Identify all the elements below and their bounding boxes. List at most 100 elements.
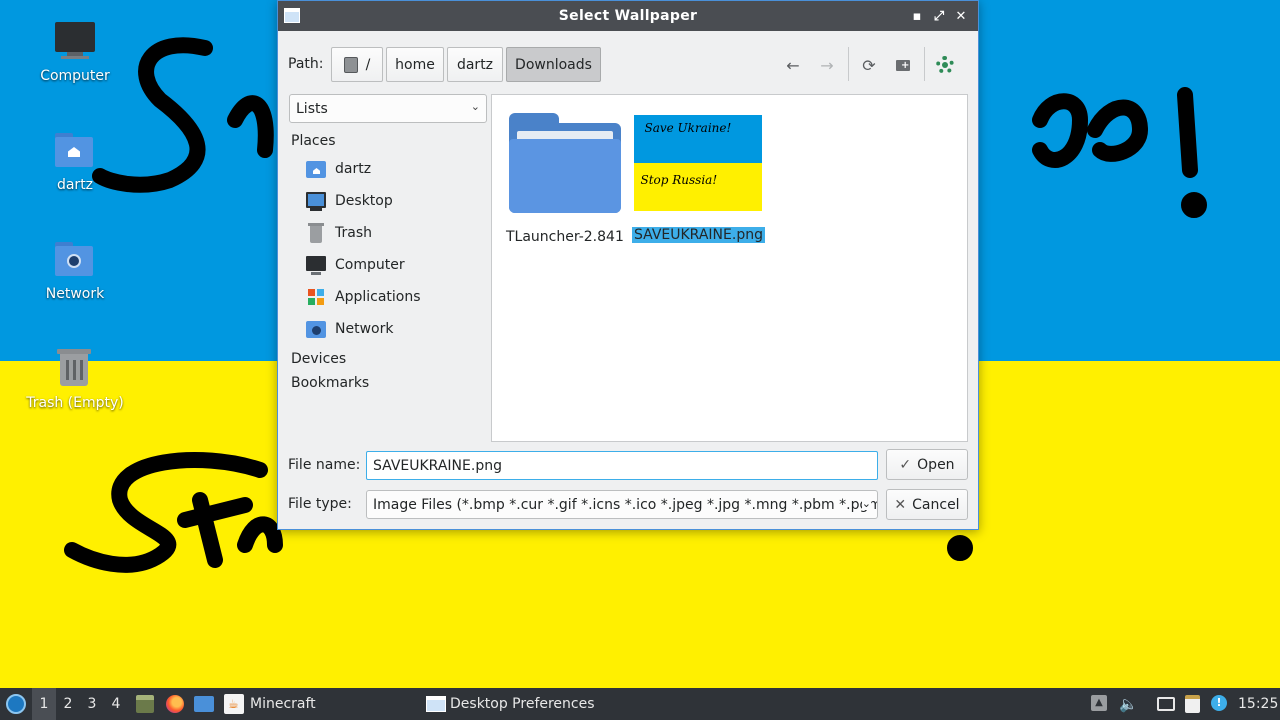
task-label: Desktop Preferences — [450, 696, 595, 712]
java-icon: ☕ — [224, 694, 244, 714]
desktop-icon-trash[interactable]: Trash (Empty) — [20, 347, 130, 411]
crumb-label: Downloads — [515, 56, 592, 73]
network-folder-icon — [53, 238, 97, 282]
crumb-home[interactable]: home — [386, 47, 444, 82]
file-view[interactable]: TLauncher-2.841 Save Ukraine! Stop Russi… — [491, 94, 968, 442]
applications-icon — [305, 286, 327, 308]
crumb-label: dartz — [456, 56, 494, 73]
start-menu-button[interactable] — [4, 688, 28, 720]
reload-icon: ⟳ — [862, 55, 876, 75]
crumb-label: / — [365, 56, 371, 73]
place-label: Applications — [335, 289, 421, 305]
new-folder-button[interactable]: + — [890, 52, 916, 78]
crumb-downloads[interactable]: Downloads — [506, 47, 601, 82]
filetype-value: Image Files (*.bmp *.cur *.gif *.icns *.… — [373, 496, 878, 513]
filetype-label: File type: — [288, 496, 352, 512]
minimize-button[interactable]: ▪ — [906, 5, 928, 27]
home-folder-icon — [305, 158, 327, 180]
open-button-label: Open — [917, 456, 955, 473]
reload-button[interactable]: ⟳ — [856, 52, 882, 78]
place-item-trash[interactable]: Trash — [289, 217, 489, 249]
place-label: Trash — [335, 225, 372, 241]
thumbnail-text-bottom: Stop Russia! — [640, 173, 718, 187]
lxqt-menu-icon — [6, 694, 26, 714]
options-button[interactable] — [932, 52, 958, 78]
update-notifier-icon[interactable]: ! — [1211, 695, 1229, 713]
path-label: Path: — [288, 56, 324, 72]
desktop-icon-label: Computer — [40, 68, 110, 84]
workspace-label: 2 — [63, 696, 73, 712]
options-icon — [936, 56, 954, 74]
filename-label: File name: — [288, 457, 361, 473]
folder-icon — [508, 111, 621, 215]
place-item-applications[interactable]: Applications — [289, 281, 489, 313]
workspace-label: 3 — [87, 696, 97, 712]
place-item-computer[interactable]: Computer — [289, 249, 489, 281]
file-item-folder[interactable]: TLauncher-2.841 — [504, 111, 626, 245]
chevron-down-icon: ⌄ — [470, 100, 480, 113]
file-name: TLauncher-2.841 — [506, 229, 624, 245]
tray-expand-icon[interactable]: ▲ — [1091, 695, 1109, 713]
workspace-4[interactable]: 4 — [104, 688, 128, 720]
desktop-icon-label: Network — [45, 286, 105, 302]
desktop-icon — [305, 190, 327, 212]
network-tray-icon[interactable] — [1157, 695, 1175, 713]
workspace-label: 4 — [111, 696, 121, 712]
view-mode-value: Lists — [296, 100, 328, 117]
drive-icon — [343, 56, 358, 73]
crumb-label: home — [395, 56, 435, 73]
place-item-desktop[interactable]: Desktop — [289, 185, 489, 217]
chevron-down-icon: ⌄ — [861, 497, 871, 510]
workspace-3[interactable]: 3 — [80, 688, 104, 720]
computer-icon — [305, 254, 327, 276]
desktop-icon-dartz[interactable]: dartz — [20, 129, 130, 193]
toolbar-separator — [848, 47, 849, 81]
bookmarks-heading[interactable]: Bookmarks — [289, 371, 489, 395]
place-label: Desktop — [335, 193, 393, 209]
crumb-dartz[interactable]: dartz — [447, 47, 503, 82]
quicklaunch-firefox[interactable] — [164, 688, 186, 720]
close-button[interactable]: ✕ — [950, 5, 972, 27]
workspace-2[interactable]: 2 — [56, 688, 80, 720]
open-button[interactable]: ✓ Open — [886, 449, 968, 480]
quicklaunch-desktop[interactable] — [193, 688, 215, 720]
trash-icon — [53, 347, 97, 391]
place-item-dartz[interactable]: dartz — [289, 153, 489, 185]
select-wallpaper-dialog: Select Wallpaper ▪ ⤢ ✕ Path: / home dart… — [277, 0, 979, 530]
desktop-icon-label: dartz — [56, 177, 94, 193]
forward-button[interactable]: → — [814, 52, 840, 78]
volume-icon[interactable]: 🔈 — [1119, 695, 1138, 713]
maximize-button[interactable]: ⤢ — [928, 5, 950, 27]
close-x-icon: ✕ — [894, 496, 907, 513]
task-desktop-preferences[interactable]: Desktop Preferences — [426, 688, 595, 720]
clock[interactable]: 15:25 — [1238, 688, 1278, 720]
toolbar-separator — [924, 47, 925, 81]
window-icon — [426, 696, 446, 712]
cancel-button[interactable]: ✕ Cancel — [886, 489, 968, 520]
devices-heading[interactable]: Devices — [289, 347, 489, 371]
new-folder-icon: + — [896, 59, 910, 71]
place-item-network[interactable]: Network — [289, 313, 489, 345]
desktop-icon-label: Trash (Empty) — [26, 395, 124, 411]
file-manager-icon — [136, 695, 154, 713]
back-button[interactable]: ← — [780, 52, 806, 78]
taskbar: 1 2 3 4 ☕ Minecraft Desktop Preferences … — [0, 688, 1280, 720]
filename-input[interactable]: SAVEUKRAINE.png — [366, 451, 878, 480]
view-mode-select[interactable]: Lists ⌄ — [289, 94, 487, 123]
desktop-icon-network[interactable]: Network — [20, 238, 130, 302]
network-folder-icon — [305, 318, 327, 340]
task-minecraft[interactable]: ☕ Minecraft — [224, 688, 316, 720]
dialog-titlebar[interactable]: Select Wallpaper ▪ ⤢ ✕ — [278, 1, 978, 31]
checkmark-icon: ✓ — [899, 456, 912, 473]
quicklaunch-file-manager[interactable] — [134, 688, 156, 720]
filetype-select[interactable]: Image Files (*.bmp *.cur *.gif *.icns *.… — [366, 490, 878, 519]
place-label: Computer — [335, 257, 405, 273]
task-label: Minecraft — [250, 696, 316, 712]
crumb-root[interactable]: / — [331, 47, 383, 82]
computer-icon — [53, 20, 97, 64]
desktop-icon-computer[interactable]: Computer — [20, 20, 130, 84]
file-item-image[interactable]: Save Ukraine! Stop Russia! SAVEUKRAINE.p… — [632, 115, 765, 243]
workspace-1[interactable]: 1 — [32, 688, 56, 720]
clipboard-icon[interactable] — [1185, 695, 1203, 713]
thumbnail-text-top: Save Ukraine! — [644, 121, 732, 135]
